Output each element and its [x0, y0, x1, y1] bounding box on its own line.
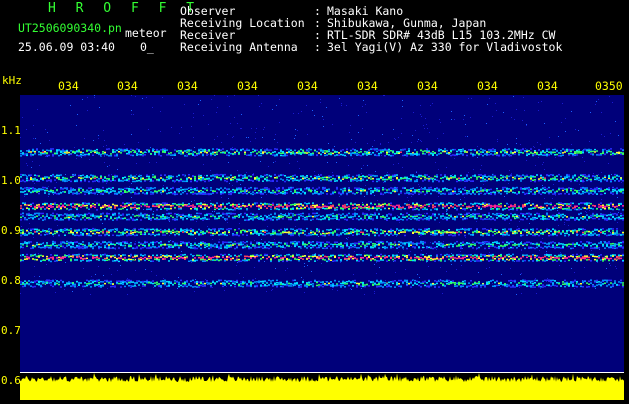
x-tick-label: 034 — [117, 79, 138, 93]
file-name: UT2506090340.pn — [18, 21, 122, 35]
spectral-band-3 — [20, 202, 624, 211]
meteor-label: meteor — [125, 26, 167, 40]
y-axis-unit: kHz — [2, 74, 22, 87]
spectral-band-0 — [20, 148, 624, 157]
x-tick-label: 034 — [417, 79, 438, 93]
signal-power-trace — [20, 373, 624, 400]
x-tick-label: 034 — [177, 79, 198, 93]
spectrogram-canvas — [20, 95, 624, 295]
y-tick-label: 0.8 — [1, 274, 21, 287]
background-noise — [20, 95, 622, 295]
spectrogram-plot — [20, 95, 624, 373]
x-tick-label: 034 — [237, 79, 258, 93]
spectral-band-1 — [20, 173, 624, 183]
spectral-band-2 — [20, 186, 624, 196]
spectral-band-8 — [20, 279, 624, 288]
x-tick-label: 034 — [477, 79, 498, 93]
x-tick-label: 034 — [58, 79, 79, 93]
antenna-colon: : — [314, 40, 321, 54]
meteor-count: 0_ — [140, 40, 154, 54]
spectral-band-7 — [20, 253, 624, 263]
x-tick-label: 034 — [297, 79, 318, 93]
y-tick-label: 0.9 — [1, 224, 21, 237]
x-tick-label: 0350 — [595, 79, 623, 93]
app-title: H R O F F T — [48, 1, 201, 16]
x-tick-label: 034 — [357, 79, 378, 93]
spectral-band-5 — [20, 227, 624, 237]
plot-bottom-border — [20, 372, 624, 373]
y-tick-label: 0.6 — [1, 374, 21, 387]
spectral-band-4 — [20, 212, 624, 221]
power-trace-fill — [20, 373, 624, 400]
y-tick-label: 1.1 — [1, 124, 21, 137]
y-tick-label: 1.0 — [1, 174, 21, 187]
x-tick-label: 034 — [537, 79, 558, 93]
antenna-label: Receiving Antenna — [180, 40, 298, 54]
power-trace-canvas — [20, 373, 624, 400]
date-time: 25.06.09 03:40 — [18, 40, 115, 54]
y-tick-label: 0.7 — [1, 324, 21, 337]
spectral-band-6 — [20, 240, 624, 250]
antenna-value: 3el Yagi(V) Az 330 for Vladivostok — [327, 40, 563, 54]
